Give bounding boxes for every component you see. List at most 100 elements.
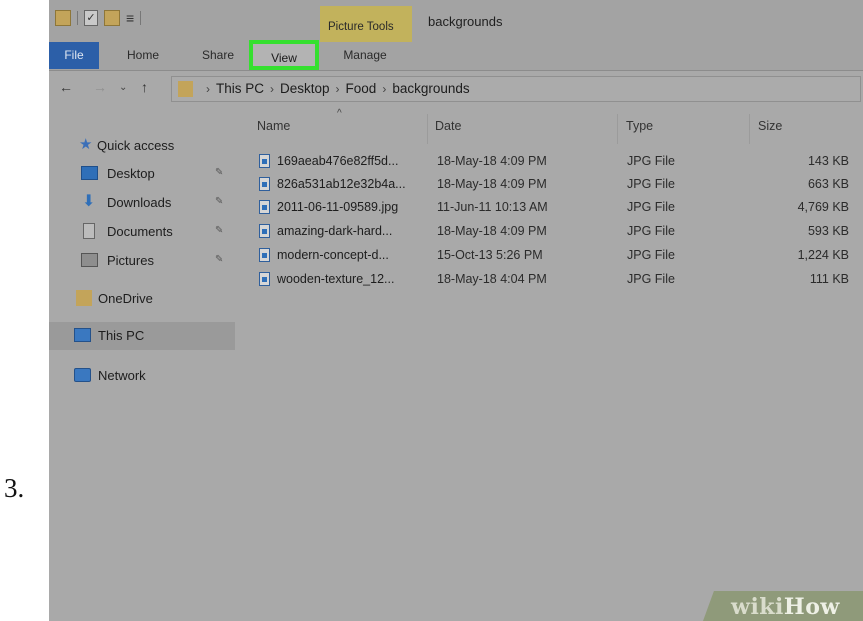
pin-icon[interactable]: ✎: [215, 196, 223, 207]
up-arrow-icon[interactable]: ↑: [141, 79, 148, 95]
onedrive-folder-icon: [76, 290, 92, 306]
tab-file[interactable]: File: [49, 42, 99, 69]
watermark-wiki: wiki: [731, 594, 784, 620]
image-file-icon: [259, 272, 270, 286]
file-size: 1,224 KB: [797, 248, 849, 262]
network-icon: [74, 368, 91, 382]
file-date: 15-Oct-13 5:26 PM: [437, 248, 543, 262]
nav-item-documents[interactable]: Documents ✎: [49, 218, 235, 246]
wikihow-watermark: wikiHow: [703, 585, 863, 621]
file-row[interactable]: 826a531ab12e32b4a... 18-May-18 4:09 PM J…: [259, 174, 849, 196]
file-name: 826a531ab12e32b4a...: [277, 177, 406, 191]
breadcrumb-this-pc[interactable]: This PC: [216, 81, 264, 96]
chevron-right-icon[interactable]: ›: [336, 82, 340, 96]
folder-icon: [178, 81, 193, 97]
ribbon-tabs: File Home Share View Manage: [49, 40, 863, 71]
file-type: JPG File: [627, 248, 675, 262]
address-bar[interactable]: › This PC › Desktop › Food › backgrounds: [171, 76, 861, 102]
image-file-icon: [259, 248, 270, 262]
step-number: 3.: [4, 473, 25, 503]
desktop-icon: [81, 166, 98, 180]
file-name: amazing-dark-hard...: [277, 224, 393, 238]
nav-item-desktop[interactable]: Desktop ✎: [49, 160, 235, 188]
file-explorer-window: ✓ ≡ Picture Tools backgrounds File Home …: [49, 0, 863, 621]
new-folder-icon[interactable]: [104, 10, 120, 26]
file-date: 18-May-18 4:09 PM: [437, 224, 547, 238]
divider: [140, 11, 142, 25]
back-arrow-icon[interactable]: ←: [59, 79, 73, 95]
chevron-right-icon[interactable]: ›: [382, 82, 386, 96]
file-row[interactable]: wooden-texture_12... 18-May-18 4:04 PM J…: [259, 269, 849, 291]
nav-label: Quick access: [97, 138, 175, 153]
file-list: ^ Name Date Type Size 169aeab476e82ff5d.…: [235, 108, 863, 621]
file-row[interactable]: 169aeab476e82ff5d... 18-May-18 4:09 PM J…: [259, 151, 849, 173]
file-date: 18-May-18 4:09 PM: [437, 177, 547, 191]
file-size: 111 KB: [809, 272, 849, 286]
file-row[interactable]: 2011-06-11-09589.jpg 11-Jun-11 10:13 AM …: [259, 197, 849, 219]
chevron-right-icon[interactable]: ›: [206, 82, 210, 96]
nav-label: Downloads: [107, 195, 172, 210]
title-bar: ✓ ≡ Picture Tools backgrounds: [49, 0, 863, 42]
nav-item-pictures[interactable]: Pictures ✎: [49, 247, 235, 275]
tab-share[interactable]: Share: [195, 42, 241, 69]
file-name: wooden-texture_12...: [277, 272, 395, 286]
file-type: JPG File: [627, 154, 675, 168]
column-header-type[interactable]: Type: [626, 119, 653, 133]
pin-icon[interactable]: ✎: [215, 254, 223, 265]
column-header-name[interactable]: Name: [257, 119, 290, 133]
folder-icon[interactable]: [55, 10, 71, 26]
nav-item-network[interactable]: Network: [49, 362, 235, 390]
file-type: JPG File: [627, 200, 675, 214]
nav-item-onedrive[interactable]: OneDrive: [49, 285, 235, 313]
file-date: 11-Jun-11 10:13 AM: [437, 200, 548, 214]
file-name: 2011-06-11-09589.jpg: [277, 200, 399, 214]
watermark-how: How: [783, 594, 840, 620]
navigation-pane: ★ Quick access Desktop ✎ ⬇ Downloads ✎ D…: [49, 108, 235, 621]
pin-icon[interactable]: ✎: [215, 225, 223, 236]
tab-home[interactable]: Home: [117, 42, 169, 69]
file-size: 663 KB: [807, 177, 849, 191]
file-size: 143 KB: [807, 154, 849, 168]
nav-label: Network: [98, 368, 146, 383]
file-size: 4,769 KB: [797, 200, 849, 214]
nav-label: Pictures: [107, 253, 154, 268]
breadcrumb-food[interactable]: Food: [346, 81, 377, 96]
image-file-icon: [259, 177, 270, 191]
file-size: 593 KB: [807, 224, 849, 238]
star-icon: ★: [79, 136, 93, 153]
file-date: 18-May-18 4:09 PM: [437, 154, 547, 168]
tab-view[interactable]: View: [249, 40, 319, 70]
nav-label: OneDrive: [98, 291, 153, 306]
tab-manage[interactable]: Manage: [329, 42, 401, 69]
file-type: JPG File: [627, 177, 675, 191]
customize-toolbar-icon[interactable]: ≡: [126, 11, 134, 25]
nav-label: Documents: [107, 224, 173, 239]
nav-item-downloads[interactable]: ⬇ Downloads ✎: [49, 189, 235, 217]
divider: [77, 11, 78, 25]
file-row[interactable]: amazing-dark-hard... 18-May-18 4:09 PM J…: [259, 221, 849, 243]
nav-label: This PC: [98, 328, 145, 343]
nav-item-this-pc[interactable]: This PC: [49, 322, 235, 350]
file-name: modern-concept-d...: [277, 248, 389, 262]
pin-icon[interactable]: ✎: [215, 167, 223, 178]
image-file-icon: [259, 200, 270, 214]
column-header-date[interactable]: Date: [435, 119, 461, 133]
nav-label: Desktop: [107, 166, 155, 181]
pictures-icon: [81, 253, 98, 267]
address-row: ← → ⌄ ↑ › This PC › Desktop › Food › background…: [49, 71, 863, 107]
nav-quick-access[interactable]: ★ Quick access: [49, 132, 235, 160]
forward-arrow-icon[interactable]: →: [93, 79, 107, 95]
sort-ascending-icon: ^: [337, 108, 342, 119]
chevron-right-icon[interactable]: ›: [270, 82, 274, 96]
breadcrumb-backgrounds[interactable]: backgrounds: [392, 81, 469, 96]
properties-check-icon[interactable]: ✓: [84, 10, 98, 26]
column-header-size[interactable]: Size: [758, 119, 782, 133]
file-date: 18-May-18 4:04 PM: [437, 272, 547, 286]
image-file-icon: [259, 154, 270, 168]
breadcrumb-desktop[interactable]: Desktop: [280, 81, 330, 96]
picture-tools-label: Picture Tools: [328, 21, 394, 33]
divider: [617, 114, 618, 144]
recent-locations-chevron-icon[interactable]: ⌄: [119, 82, 127, 93]
file-row[interactable]: modern-concept-d... 15-Oct-13 5:26 PM JP…: [259, 245, 849, 267]
file-type: JPG File: [627, 224, 675, 238]
